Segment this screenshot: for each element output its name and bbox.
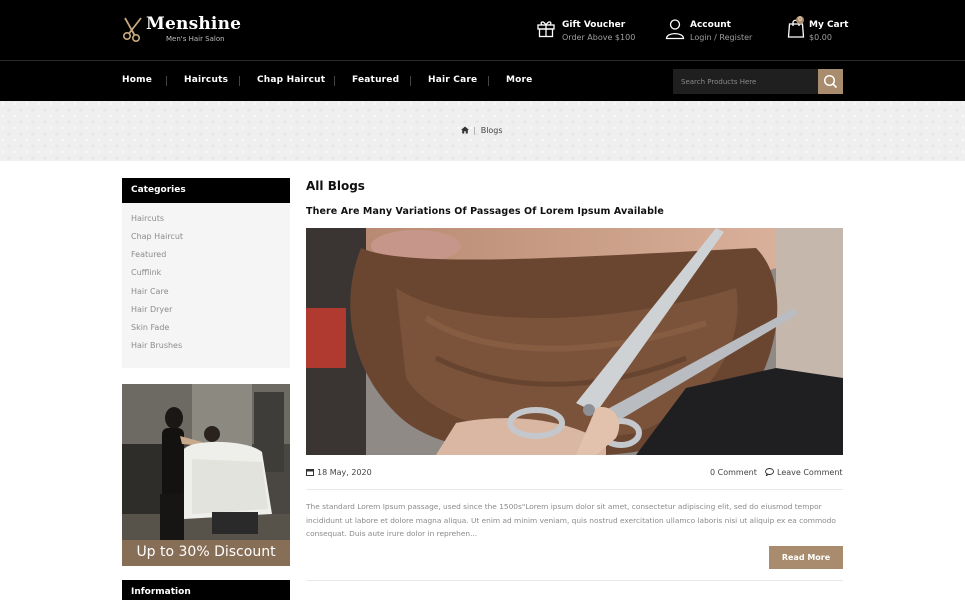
- gift-voucher-title: Gift Voucher: [562, 20, 626, 30]
- cart-amount: $0.00: [809, 33, 832, 42]
- post-title[interactable]: There Are Many Variations Of Passages Of…: [306, 206, 664, 217]
- calendar-icon: [306, 469, 314, 476]
- post-image[interactable]: [306, 228, 843, 455]
- brand-name: Menshine: [146, 14, 242, 34]
- gift-voucher-subtitle: Order Above $100: [562, 33, 636, 42]
- site-header: Menshine Men's Hair Salon Gift Voucher O…: [0, 0, 965, 60]
- category-item[interactable]: Chap Haircut: [131, 232, 183, 241]
- leave-comment-text: Leave Comment: [777, 468, 843, 477]
- account-separator: /: [714, 33, 717, 42]
- categories-list: Haircuts Chap Haircut Featured Cufflink …: [122, 203, 290, 368]
- beard-trim-photo: [306, 228, 843, 455]
- information-title: Information: [131, 587, 191, 597]
- nav-divider: [488, 76, 489, 86]
- breadcrumb: | Blogs: [461, 126, 503, 136]
- nav-chap-haircut[interactable]: Chap Haircut: [257, 75, 325, 85]
- nav-divider: [410, 76, 411, 86]
- cart-count-badge: 0: [796, 16, 804, 24]
- leave-comment-link[interactable]: Leave Comment: [765, 468, 843, 478]
- categories-heading: Categories: [122, 178, 290, 203]
- category-item[interactable]: Hair Care: [131, 287, 169, 296]
- home-icon[interactable]: [461, 126, 469, 136]
- category-item[interactable]: Hair Brushes: [131, 341, 182, 350]
- nav-haircuts[interactable]: Haircuts: [184, 75, 228, 85]
- comment-count[interactable]: 0 Comment: [710, 468, 757, 477]
- register-link[interactable]: Register: [719, 33, 752, 42]
- nav-hair-care[interactable]: Hair Care: [428, 75, 477, 85]
- nav-divider: [239, 76, 240, 86]
- scissors-icon: [122, 17, 142, 42]
- login-link[interactable]: Login: [690, 33, 712, 42]
- post-date: 18 May, 2020: [306, 468, 372, 477]
- account-title: Account: [690, 20, 731, 30]
- search-input[interactable]: [673, 69, 818, 94]
- category-item[interactable]: Hair Dryer: [131, 305, 172, 314]
- promo-photo: [122, 384, 290, 566]
- user-icon: [665, 19, 685, 40]
- account-links: Login / Register: [690, 33, 752, 42]
- cart-title: My Cart: [809, 20, 849, 30]
- promo-text: Up to 30% Discount: [136, 544, 276, 560]
- nav-more[interactable]: More: [506, 75, 532, 85]
- search-icon: [823, 74, 838, 89]
- breadcrumb-separator: |: [473, 126, 476, 135]
- comment-icon: [765, 468, 774, 478]
- information-heading: Information: [122, 580, 290, 600]
- divider: [306, 580, 843, 581]
- category-item[interactable]: Skin Fade: [131, 323, 169, 332]
- main-nav: Home Haircuts Chap Haircut Featured Hair…: [0, 60, 965, 101]
- breadcrumb-bar: | Blogs: [0, 101, 965, 161]
- category-item[interactable]: Cufflink: [131, 268, 161, 277]
- page-title: All Blogs: [306, 179, 365, 193]
- promo-banner[interactable]: Up to 30% Discount: [122, 384, 290, 566]
- categories-title: Categories: [131, 185, 186, 195]
- category-item[interactable]: Haircuts: [131, 214, 164, 223]
- brand-tagline: Men's Hair Salon: [166, 35, 225, 43]
- breadcrumb-current: Blogs: [480, 126, 503, 135]
- nav-divider: [334, 76, 335, 86]
- category-item[interactable]: Featured: [131, 250, 166, 259]
- post-excerpt: The standard Lorem Ipsum passage, used s…: [306, 502, 836, 539]
- gift-icon: [537, 21, 555, 38]
- divider: [306, 489, 843, 490]
- nav-featured[interactable]: Featured: [352, 75, 399, 85]
- search-button[interactable]: [818, 69, 843, 94]
- nav-home[interactable]: Home: [122, 75, 152, 85]
- post-date-text: 18 May, 2020: [317, 468, 372, 477]
- read-more-button[interactable]: Read More: [769, 546, 843, 569]
- nav-divider: [166, 76, 167, 86]
